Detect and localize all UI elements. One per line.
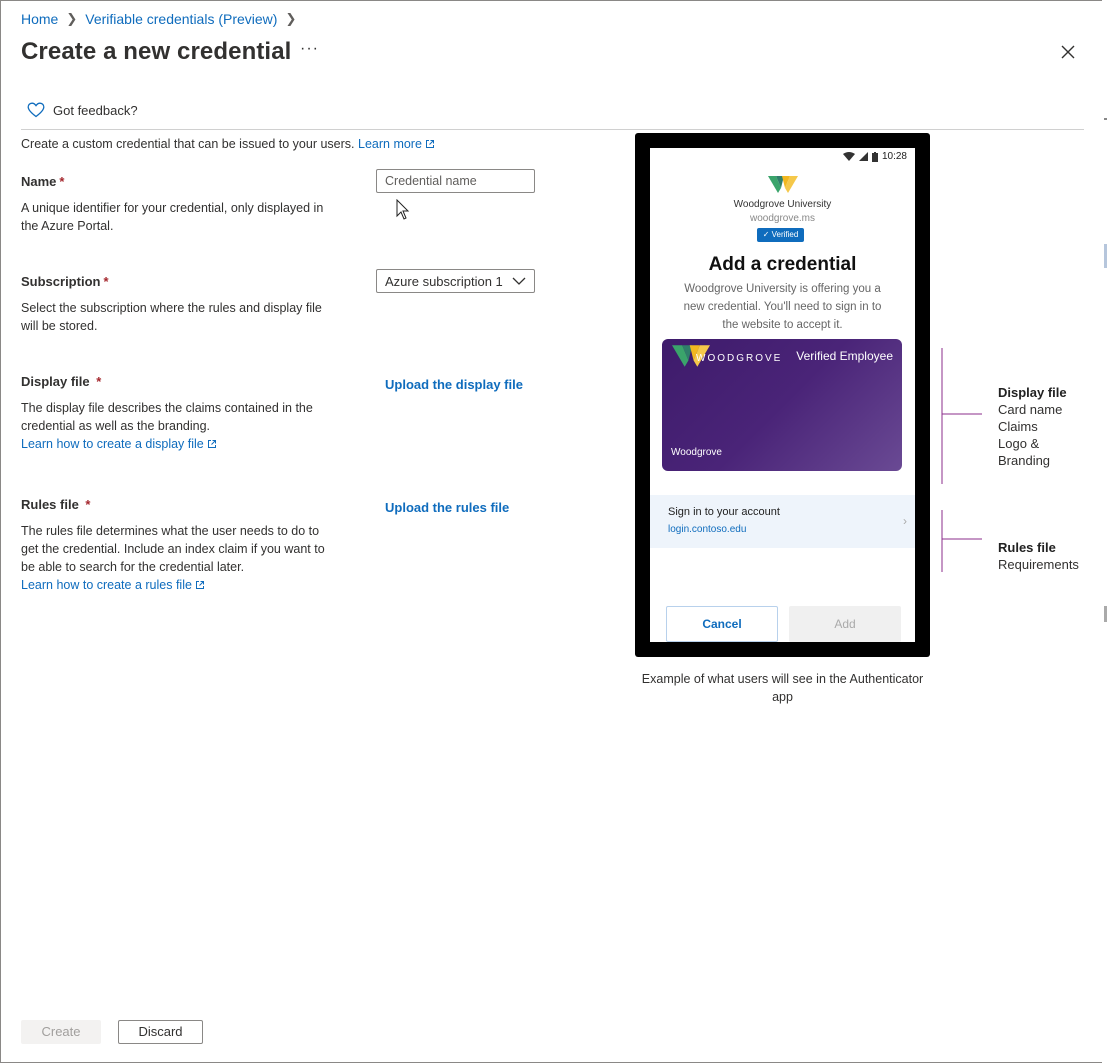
battery-icon bbox=[871, 151, 878, 162]
chevron-right-icon: › bbox=[903, 514, 907, 528]
subscription-description: Select the subscription where the rules … bbox=[21, 301, 322, 333]
credential-card: WOODGROVE Verified Employee Woodgrove bbox=[662, 339, 902, 471]
phone-add-button: Add bbox=[789, 606, 901, 642]
annotation-display-line: Card name bbox=[998, 402, 1063, 417]
breadcrumb: Home ❯ Verifiable credentials (Preview) … bbox=[21, 11, 304, 27]
credential-name-input[interactable] bbox=[376, 169, 535, 193]
right-edge-strip bbox=[1102, 0, 1108, 1063]
phone-time: 10:28 bbox=[881, 151, 907, 162]
discard-button[interactable]: Discard bbox=[118, 1020, 203, 1044]
phone-title: Add a credential bbox=[708, 254, 857, 275]
chevron-right-icon: ❯ bbox=[66, 11, 78, 26]
divider bbox=[21, 129, 1084, 130]
annotation-display-line: Logo & bbox=[998, 436, 1040, 451]
name-label: Name * bbox=[21, 174, 64, 189]
chevron-right-icon: ❯ bbox=[285, 11, 297, 26]
name-label-text: Name bbox=[21, 174, 57, 189]
rules-file-label: Rules file * bbox=[21, 497, 90, 512]
verified-badge: ✓ Verified bbox=[757, 228, 804, 242]
intro-text: Create a custom credential that can be i… bbox=[21, 137, 435, 151]
phone-status-bar: 10:28 bbox=[842, 151, 907, 162]
display-file-label-text: Display file bbox=[21, 374, 90, 389]
card-name: Verified Employee bbox=[796, 349, 893, 363]
create-button[interactable]: Create bbox=[21, 1020, 101, 1044]
bracket-lines bbox=[941, 348, 982, 572]
close-icon bbox=[1061, 45, 1075, 59]
org-name: Woodgrove University bbox=[733, 199, 832, 210]
phone-cancel-button: Cancel bbox=[666, 606, 778, 642]
feedback-button[interactable]: Got feedback? bbox=[27, 102, 138, 118]
wifi-icon bbox=[842, 152, 855, 161]
upload-display-file-button[interactable]: Upload the display file bbox=[385, 377, 523, 392]
intro-description: Create a custom credential that can be i… bbox=[21, 137, 355, 151]
rules-file-learn-link[interactable]: Learn how to create a rules file bbox=[21, 578, 205, 592]
required-marker: * bbox=[85, 497, 91, 512]
signin-row: Sign in to your account login.contoso.ed… bbox=[650, 495, 915, 548]
phone-preview-screen: 10:28 Woodgrove University woodgrove.ms … bbox=[650, 148, 915, 642]
subscription-label-text: Subscription bbox=[21, 274, 101, 289]
page-title: Create a new credential bbox=[21, 38, 292, 65]
card-brand: WOODGROVE bbox=[696, 353, 783, 364]
name-description: A unique identifier for your credential,… bbox=[21, 201, 324, 233]
external-link-icon bbox=[207, 440, 216, 448]
woodgrove-logo-icon bbox=[768, 176, 798, 193]
annotation-rules-title: Rules file bbox=[998, 540, 1056, 555]
upload-rules-file-button[interactable]: Upload the rules file bbox=[385, 500, 509, 515]
feedback-label: Got feedback? bbox=[53, 102, 138, 118]
breadcrumb-home-link[interactable]: Home bbox=[21, 11, 58, 27]
preview-caption: Example of what users will see in the Au… bbox=[641, 672, 924, 704]
card-issuer: Woodgrove bbox=[671, 447, 722, 458]
rules-file-description: The rules file determines what the user … bbox=[21, 522, 331, 594]
heart-icon bbox=[27, 102, 45, 118]
subscription-label: Subscription * bbox=[21, 274, 109, 289]
external-link-icon bbox=[195, 581, 204, 589]
phone-description: Woodgrove University is offering you a n… bbox=[683, 283, 882, 331]
mouse-pointer-icon bbox=[396, 199, 410, 220]
external-link-icon bbox=[425, 140, 434, 148]
required-marker: * bbox=[59, 174, 65, 189]
display-file-learn-link[interactable]: Learn how to create a display file bbox=[21, 437, 217, 451]
close-button[interactable] bbox=[1058, 42, 1078, 62]
rules-file-label-text: Rules file bbox=[21, 497, 79, 512]
rules-file-learn-label: Learn how to create a rules file bbox=[21, 578, 192, 592]
display-file-description: The display file describes the claims co… bbox=[21, 399, 331, 453]
learn-more-label: Learn more bbox=[358, 137, 422, 151]
display-file-label: Display file * bbox=[21, 374, 101, 389]
signin-url: login.contoso.edu bbox=[668, 524, 747, 535]
signal-icon bbox=[858, 152, 868, 161]
subscription-dropdown[interactable]: Azure subscription 1 bbox=[376, 269, 535, 293]
display-file-description-text: The display file describes the claims co… bbox=[21, 401, 313, 433]
org-domain: woodgrove.ms bbox=[749, 213, 816, 224]
subscription-value: Azure subscription 1 bbox=[385, 273, 503, 289]
required-marker: * bbox=[96, 374, 102, 389]
rules-file-description-text: The rules file determines what the user … bbox=[21, 524, 325, 574]
more-options-button[interactable]: ··· bbox=[300, 40, 319, 58]
breadcrumb-verifiable-credentials-link[interactable]: Verifiable credentials (Preview) bbox=[85, 11, 277, 27]
chevron-down-icon bbox=[512, 277, 526, 285]
annotation-display-line: Branding bbox=[998, 453, 1051, 468]
annotation-display-title: Display file bbox=[998, 385, 1067, 400]
display-file-learn-label: Learn how to create a display file bbox=[21, 437, 204, 451]
annotation-rules-line: Requirements bbox=[998, 557, 1079, 572]
annotation-display-line: Claims bbox=[998, 419, 1038, 434]
signin-title: Sign in to your account bbox=[668, 506, 780, 518]
required-marker: * bbox=[103, 274, 109, 289]
learn-more-link[interactable]: Learn more bbox=[358, 137, 435, 151]
